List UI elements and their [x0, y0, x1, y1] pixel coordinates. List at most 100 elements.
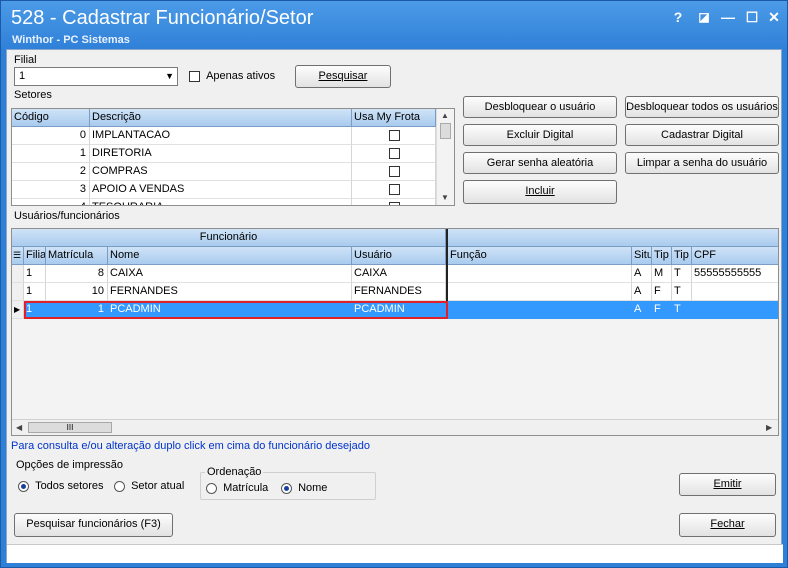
usuario-situ[interactable]: A [632, 265, 652, 283]
row-indicator[interactable]: ▶ [12, 301, 24, 319]
emitir-label: Emitir [713, 478, 742, 490]
col-tipo-1[interactable]: Tip [652, 247, 672, 265]
apenas-ativos-checkbox[interactable]: Apenas ativos [189, 70, 275, 82]
incluir-button[interactable]: Incluir [463, 180, 617, 204]
scroll-down-icon[interactable]: ▼ [441, 193, 449, 202]
desbloquear-usuario-button[interactable]: Desbloquear o usuário [463, 96, 617, 118]
usuario-tip2[interactable]: T [672, 265, 692, 283]
filial-select[interactable]: 1 ▼ [14, 67, 178, 86]
impressao-label: Opções de impressão [16, 459, 123, 471]
col-codigo[interactable]: Código [12, 109, 90, 127]
col-tipo-2[interactable]: Tip [672, 247, 692, 265]
setor-codigo[interactable]: 2 [12, 163, 90, 181]
checkbox-box[interactable] [389, 201, 400, 205]
usuarios-hscrollbar[interactable]: ◀ III ▶ [12, 419, 778, 435]
checkbox-box[interactable] [389, 147, 400, 159]
col-filial[interactable]: Filia [24, 247, 46, 265]
scroll-thumb[interactable] [440, 123, 451, 139]
title-bar[interactable]: 528 - Cadastrar Funcionário/Setor Wintho… [1, 1, 787, 49]
usuario-tip2[interactable]: T [672, 301, 692, 319]
pesquisar-funcionarios-button[interactable]: Pesquisar funcionários (F3) [14, 513, 173, 537]
col-usa-my-frota[interactable]: Usa My Frota [352, 109, 436, 127]
col-nome[interactable]: Nome [108, 247, 352, 265]
usuario-funcao[interactable] [448, 301, 632, 319]
usuario-filial[interactable]: 1 [24, 265, 46, 283]
setor-descricao[interactable]: IMPLANTACAO [90, 127, 352, 145]
setor-usa-my-frota[interactable] [352, 163, 436, 181]
usuario-cpf[interactable]: 55555555555 [692, 265, 778, 283]
usuario-usuario[interactable]: CAIXA [352, 265, 446, 283]
col-usuario[interactable]: Usuário [352, 247, 446, 265]
usuario-situ[interactable]: A [632, 283, 652, 301]
usuario-funcao[interactable] [448, 265, 632, 283]
checkbox-box[interactable] [189, 70, 200, 82]
setor-usa-my-frota[interactable] [352, 127, 436, 145]
desbloquear-todos-button[interactable]: Desbloquear todos os usuários [625, 96, 779, 118]
usuario-tip1[interactable]: F [652, 283, 672, 301]
setor-descricao[interactable]: DIRETORIA [90, 145, 352, 163]
usuario-cpf[interactable] [692, 301, 778, 319]
usuario-tip1[interactable]: F [652, 301, 672, 319]
gerar-senha-button[interactable]: Gerar senha aleatória [463, 152, 617, 174]
radio-selected-icon[interactable] [18, 480, 29, 492]
setor-codigo[interactable]: 0 [12, 127, 90, 145]
todos-setores-radio[interactable]: Todos setores [18, 480, 104, 492]
radio-selected-icon[interactable] [281, 482, 292, 494]
setor-descricao[interactable]: TESOURARIA [90, 199, 352, 205]
setor-descricao[interactable]: APOIO A VENDAS [90, 181, 352, 199]
setores-scrollbar[interactable]: ▲ ▼ [436, 109, 454, 205]
usuario-situ[interactable]: A [632, 301, 652, 319]
col-situacao[interactable]: Situ [632, 247, 652, 265]
usuario-funcao[interactable] [448, 283, 632, 301]
scroll-up-icon[interactable]: ▲ [441, 111, 449, 120]
limpar-senha-button[interactable]: Limpar a senha do usuário [625, 152, 779, 174]
scroll-right-icon[interactable]: ▶ [766, 423, 772, 432]
col-matricula[interactable]: Matrícula [46, 247, 108, 265]
hscroll-thumb[interactable]: III [28, 422, 112, 433]
checkbox-box[interactable] [389, 129, 400, 141]
nome-radio[interactable]: Nome [281, 482, 327, 494]
col-descricao[interactable]: Descrição [90, 109, 352, 127]
usuario-usuario[interactable]: FERNANDES [352, 283, 446, 301]
col-cpf[interactable]: CPF [692, 247, 778, 265]
excluir-digital-button[interactable]: Excluir Digital [463, 124, 617, 146]
col-funcao[interactable]: Função [448, 247, 632, 265]
setor-atual-radio[interactable]: Setor atual [114, 480, 184, 492]
setor-descricao[interactable]: COMPRAS [90, 163, 352, 181]
setor-usa-my-frota[interactable] [352, 145, 436, 163]
window-subtitle: Winthor - PC Sistemas [12, 34, 130, 46]
checkbox-box[interactable] [389, 183, 400, 195]
usuario-matricula[interactable]: 8 [46, 265, 108, 283]
usuario-matricula[interactable]: 10 [46, 283, 108, 301]
row-indicator[interactable] [12, 265, 24, 283]
fechar-button[interactable]: Fechar [679, 513, 776, 537]
usuario-nome[interactable]: FERNANDES [108, 283, 352, 301]
pesquisar-button[interactable]: Pesquisar [295, 65, 391, 88]
maximize-icon[interactable]: ☐ [741, 7, 763, 27]
filial-value: 1 [19, 70, 26, 82]
scroll-left-icon[interactable]: ◀ [16, 423, 22, 432]
usuario-filial[interactable]: 1 [24, 283, 46, 301]
filial-label: Filial [14, 54, 37, 66]
usuario-nome[interactable]: CAIXA [108, 265, 352, 283]
radio-unselected-icon[interactable] [206, 482, 217, 494]
help-icon[interactable]: ? [667, 7, 689, 27]
client-area: Filial 1 ▼ Apenas ativos Pesquisar Setor… [6, 49, 783, 563]
usuario-cpf[interactable] [692, 283, 778, 301]
setor-codigo[interactable]: 3 [12, 181, 90, 199]
setor-usa-my-frota[interactable] [352, 199, 436, 205]
setor-codigo[interactable]: 4 [12, 199, 90, 205]
row-indicator[interactable] [12, 283, 24, 301]
minimize-icon[interactable]: — [717, 7, 739, 27]
close-icon[interactable]: ✕ [763, 7, 785, 27]
radio-unselected-icon[interactable] [114, 480, 125, 492]
usuario-tip2[interactable]: T [672, 283, 692, 301]
setor-usa-my-frota[interactable] [352, 181, 436, 199]
usuario-tip1[interactable]: M [652, 265, 672, 283]
restore-icon[interactable]: ◪ [693, 7, 715, 27]
setor-codigo[interactable]: 1 [12, 145, 90, 163]
checkbox-box[interactable] [389, 165, 400, 177]
emitir-button[interactable]: Emitir [679, 473, 776, 496]
matricula-radio[interactable]: Matrícula [206, 482, 268, 494]
cadastrar-digital-button[interactable]: Cadastrar Digital [625, 124, 779, 146]
